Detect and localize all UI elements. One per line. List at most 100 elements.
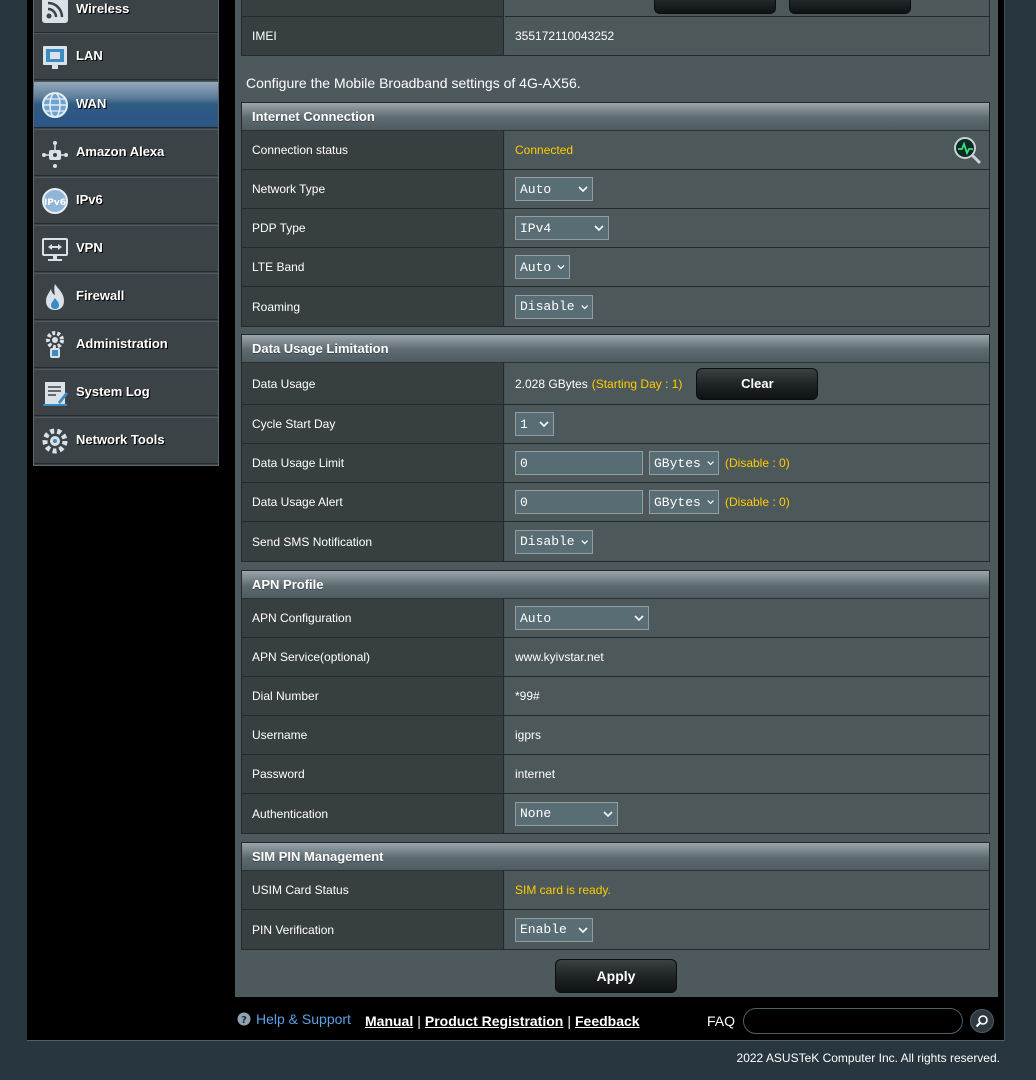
faq-search-button[interactable] bbox=[970, 1009, 994, 1033]
connection-diagnostic-icon[interactable] bbox=[953, 136, 983, 166]
authentication-select[interactable]: None bbox=[515, 801, 618, 826]
data-usage-alert-unit-select[interactable]: GBytes bbox=[649, 490, 719, 514]
lte-band-selected: Auto bbox=[520, 259, 552, 275]
chevron-down-icon bbox=[634, 615, 644, 622]
pdp-type-row: PDP Type IPv4 bbox=[242, 209, 989, 248]
apply-button[interactable]: Apply bbox=[555, 959, 677, 993]
limit-hint: (Disable : 0) bbox=[725, 456, 790, 470]
administration-icon bbox=[46, 331, 64, 358]
feedback-link[interactable]: Feedback bbox=[575, 1013, 640, 1029]
faq-label: FAQ bbox=[707, 1013, 736, 1029]
connection-status-label: Connection status bbox=[242, 131, 504, 169]
sidebar-menu: Wireless LAN WAN Amazon Alexa IPv6 IPv6 … bbox=[33, 0, 219, 466]
password-value: internet bbox=[505, 755, 989, 793]
pin-verification-selected: Enable bbox=[520, 922, 567, 937]
main-panel: IMEI 355172110043252 Configure the Mobil… bbox=[235, 0, 998, 997]
apn-configuration-row: APN Configuration Auto bbox=[242, 599, 989, 638]
faq-search-input[interactable] bbox=[743, 1008, 963, 1034]
chevron-down-icon bbox=[578, 926, 588, 933]
manual-link[interactable]: Manual bbox=[365, 1013, 413, 1029]
section-header: APN Profile bbox=[242, 571, 989, 599]
copyright-text: 2022 ASUSTeK Computer Inc. All rights re… bbox=[736, 1051, 1000, 1065]
sidebar-item-amazon-alexa[interactable]: Amazon Alexa bbox=[34, 129, 218, 176]
modem-action-button-1[interactable] bbox=[654, 0, 776, 14]
roaming-label: Roaming bbox=[242, 287, 504, 326]
imei-value: 355172110043252 bbox=[505, 17, 989, 55]
data-usage-value: 2.028 GBytes bbox=[515, 376, 588, 391]
data-usage-limit-unit-select[interactable]: GBytes bbox=[649, 451, 719, 475]
data-usage-limit-input[interactable]: 0 bbox=[515, 451, 643, 475]
modem-info-table: IMEI 355172110043252 bbox=[241, 0, 990, 56]
pdp-type-select[interactable]: IPv4 bbox=[515, 216, 609, 240]
connection-status-value: Connected bbox=[515, 143, 574, 157]
apn-service-row: APN Service(optional) www.kyivstar.net bbox=[242, 638, 989, 677]
dial-number-value: *99# bbox=[505, 677, 989, 715]
sidebar-item-label: LAN bbox=[76, 48, 103, 63]
sidebar-item-ipv6[interactable]: IPv6 IPv6 bbox=[34, 177, 218, 224]
data-usage-row: Data Usage 2.028 GBytes (Starting Day : … bbox=[242, 363, 989, 405]
send-sms-select[interactable]: Disable bbox=[515, 529, 593, 554]
firewall-icon bbox=[46, 284, 64, 310]
data-usage-table: Data Usage Limitation Data Usage 2.028 G… bbox=[241, 334, 990, 562]
sidebar-item-network-tools[interactable]: Network Tools bbox=[34, 417, 218, 464]
usim-status-label: USIM Card Status bbox=[242, 871, 504, 909]
starting-day-note: (Starting Day : 1) bbox=[591, 376, 683, 391]
authentication-row: Authentication None bbox=[242, 794, 989, 833]
help-support-link[interactable]: ? Help & Support bbox=[237, 1011, 351, 1027]
pdp-type-selected: IPv4 bbox=[520, 220, 552, 236]
roaming-selected: Disable bbox=[520, 299, 575, 314]
lte-band-select[interactable]: Auto bbox=[515, 255, 570, 279]
pin-verification-select[interactable]: Enable bbox=[515, 917, 593, 942]
cycle-start-day-select[interactable]: 1 bbox=[515, 412, 554, 436]
password-row: Password internet bbox=[242, 755, 989, 794]
apn-configuration-selected: Auto bbox=[520, 610, 552, 626]
vpn-icon bbox=[42, 238, 68, 261]
sidebar-item-administration[interactable]: Administration bbox=[34, 321, 218, 368]
modem-action-button-2[interactable] bbox=[789, 0, 911, 14]
network-type-select[interactable]: Auto bbox=[515, 177, 593, 201]
chevron-down-icon bbox=[707, 500, 714, 505]
cycle-start-day-row: Cycle Start Day 1 bbox=[242, 405, 989, 444]
apn-configuration-select[interactable]: Auto bbox=[515, 606, 649, 630]
section-header: Internet Connection bbox=[242, 103, 989, 131]
product-registration-link[interactable]: Product Registration bbox=[425, 1013, 563, 1029]
lte-band-row: LTE Band Auto bbox=[242, 248, 989, 287]
sidebar-item-system-log[interactable]: System Log bbox=[34, 369, 218, 416]
cycle-start-day-label: Cycle Start Day bbox=[242, 405, 504, 443]
sidebar-item-wireless[interactable]: Wireless bbox=[34, 0, 218, 33]
imei-row: IMEI 355172110043252 bbox=[242, 17, 989, 55]
network-type-selected: Auto bbox=[520, 181, 552, 197]
data-usage-label: Data Usage bbox=[242, 363, 504, 404]
sidebar-item-label: System Log bbox=[76, 384, 150, 399]
data-usage-alert-label: Data Usage Alert bbox=[242, 483, 504, 521]
section-header: SIM PIN Management bbox=[242, 843, 989, 871]
apn-service-value: www.kyivstar.net bbox=[505, 638, 989, 676]
usim-status-value: SIM card is ready. bbox=[515, 883, 611, 897]
data-usage-alert-input[interactable]: 0 bbox=[515, 490, 643, 514]
roaming-select[interactable]: Disable bbox=[515, 294, 593, 319]
sidebar-item-label: Wireless bbox=[76, 1, 130, 16]
pin-verification-row: PIN Verification Enable bbox=[242, 910, 989, 949]
apn-profile-table: APN Profile APN Configuration Auto APN S… bbox=[241, 570, 990, 834]
imei-label: IMEI bbox=[242, 17, 504, 55]
network-tools-icon bbox=[42, 428, 68, 454]
sidebar-item-lan[interactable]: LAN bbox=[34, 33, 218, 80]
password-label: Password bbox=[242, 755, 504, 793]
send-sms-selected: Disable bbox=[520, 534, 575, 549]
clear-button[interactable]: Clear bbox=[696, 367, 819, 400]
alert-unit-selected: GBytes bbox=[654, 494, 701, 510]
sidebar-item-label: IPv6 bbox=[76, 192, 103, 207]
sidebar-item-vpn[interactable]: VPN bbox=[34, 225, 218, 272]
row-partial-value bbox=[505, 0, 989, 17]
data-usage-alert-row: Data Usage Alert 0 GBytes (Disable : 0) bbox=[242, 483, 989, 522]
limit-unit-selected: GBytes bbox=[654, 455, 701, 471]
chevron-down-icon bbox=[580, 539, 588, 544]
authentication-selected: None bbox=[520, 806, 552, 821]
apn-configuration-label: APN Configuration bbox=[242, 599, 504, 637]
connection-status-row: Connection status Connected bbox=[242, 131, 989, 170]
sidebar-item-wan[interactable]: WAN bbox=[34, 81, 218, 128]
sidebar-item-firewall[interactable]: Firewall bbox=[34, 273, 218, 320]
pdp-type-label: PDP Type bbox=[242, 209, 504, 247]
intro-text: Configure the Mobile Broadband settings … bbox=[246, 75, 581, 91]
sidebar-item-label: VPN bbox=[76, 240, 103, 255]
